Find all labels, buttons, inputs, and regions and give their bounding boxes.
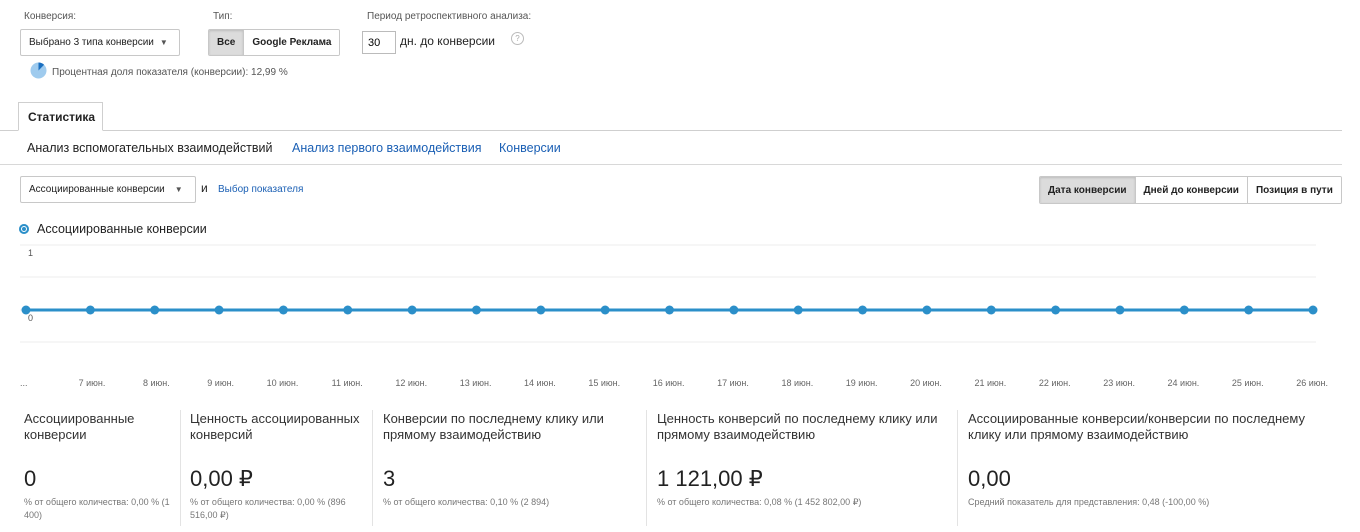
conversion-label: Конверсия:: [24, 11, 77, 22]
legend-series-label: Ассоциированные конверсии: [37, 222, 207, 236]
y-tick-label: 0: [28, 313, 34, 323]
x-tick-label: 12 июн.: [395, 378, 428, 388]
view-conversion-date-button[interactable]: Дата конверсии: [1040, 177, 1136, 203]
select-metric-link[interactable]: Выбор показателя: [218, 184, 303, 195]
subnav-first-interaction[interactable]: Анализ первого взаимодействия: [292, 141, 482, 155]
x-tick-label: 23 июн.: [1103, 378, 1135, 388]
tab-bar-line: [0, 130, 1342, 131]
tab-statistics[interactable]: Статистика: [18, 102, 103, 131]
metric-title: Конверсии по последнему клику или прямом…: [383, 411, 604, 442]
metric-assisted-value: Ценность ассоциированных конверсий: [190, 411, 366, 443]
y-tick-label: 1: [28, 248, 34, 258]
metric-sub: Средний показатель для представления: 0,…: [968, 497, 1210, 507]
metric-value: 0,00 ₽: [190, 466, 253, 491]
data-point[interactable]: [214, 305, 224, 315]
metric-title: Ценность ассоциированных конверсий: [190, 411, 360, 442]
x-tick-label: 17 июн.: [717, 378, 749, 388]
metric-assisted-conversions: Ассоциированные конверсии: [24, 411, 174, 443]
type-toggle: Все Google Реклама: [208, 29, 341, 56]
x-tick-label: 22 июн.: [1038, 378, 1071, 388]
data-point[interactable]: [1115, 305, 1125, 315]
metric-sub: % от общего количества: 0,00 % (1 400): [24, 497, 170, 520]
x-tick-label: 10 июн.: [266, 378, 299, 388]
type-google-ads-button[interactable]: Google Реклама: [244, 30, 340, 55]
metric-divider: [646, 410, 647, 526]
metric-dropdown-value: Ассоциированные конверсии: [29, 184, 165, 195]
x-tick-label: 11 июн.: [331, 378, 363, 388]
metric-sub: % от общего количества: 0,08 % (1 452 80…: [657, 497, 862, 507]
view-path-position-button[interactable]: Позиция в пути: [1247, 177, 1341, 203]
x-tick-label: 9 июн.: [207, 378, 235, 388]
chart-view-toggle: Дата конверсии Дней до конверсии Позиция…: [1039, 176, 1342, 204]
lookback-suffix: дн. до конверсии: [400, 34, 495, 48]
x-tick-label: 19 июн.: [845, 378, 878, 388]
sampling-text: Процентная доля показателя (конверсии): …: [52, 67, 288, 78]
lookback-days-input[interactable]: [362, 31, 396, 54]
chevron-down-icon: ▼: [174, 185, 183, 194]
chevron-down-icon: ▼: [159, 38, 168, 47]
x-tick-label: 13 июн.: [459, 378, 492, 388]
metric-value: 1 121,00 ₽: [657, 466, 763, 491]
subnav-conversions[interactable]: Конверсии: [499, 141, 561, 155]
view-days-to-conversion-button[interactable]: Дней до конверсии: [1135, 177, 1248, 203]
data-point[interactable]: [665, 305, 674, 315]
conversion-type-value: Выбрано 3 типа конверсии: [29, 37, 154, 48]
metric-title: Ассоциированные конверсии/конверсии по п…: [968, 411, 1305, 442]
metric-dropdown[interactable]: Ассоциированные конверсии ▼: [20, 176, 196, 203]
x-tick-label: 8 июн.: [142, 378, 170, 388]
metric-sub: % от общего количества: 0,10 % (2 894): [383, 497, 550, 507]
data-point[interactable]: [471, 305, 481, 315]
x-tick-label: 24 июн.: [1167, 378, 1200, 388]
metric-value: 0: [24, 466, 37, 491]
x-tick-label: 15 июн.: [588, 378, 621, 388]
x-tick-label: 18 июн.: [781, 378, 814, 388]
data-point[interactable]: [986, 305, 996, 315]
data-point[interactable]: [343, 305, 353, 315]
legend-dot-icon: [19, 224, 29, 234]
help-icon[interactable]: ?: [511, 32, 524, 45]
conversion-type-dropdown[interactable]: Выбрано 3 типа конверсии ▼: [20, 29, 180, 56]
metric-last-click-conversions: Конверсии по последнему клику или прямом…: [383, 411, 638, 443]
data-point[interactable]: [85, 305, 95, 315]
data-point[interactable]: [600, 305, 610, 315]
type-all-button[interactable]: Все: [209, 30, 245, 55]
x-tick-label: 7 июн.: [78, 378, 106, 388]
data-point[interactable]: [536, 305, 546, 315]
data-point[interactable]: [1051, 305, 1061, 315]
data-point[interactable]: [729, 305, 739, 315]
data-point[interactable]: [150, 305, 160, 315]
metric-divider: [180, 410, 181, 526]
data-point[interactable]: [407, 305, 417, 315]
data-point[interactable]: [858, 305, 868, 315]
metric-divider: [957, 410, 958, 526]
metric-last-click-value: Ценность конверсий по последнему клику и…: [657, 411, 949, 443]
metric-value: 3: [383, 466, 396, 491]
data-point[interactable]: [793, 305, 803, 315]
x-tick-label: 14 июн.: [524, 378, 556, 388]
metric-title: Ценность конверсий по последнему клику и…: [657, 411, 938, 442]
x-tick-label: 26 июн.: [1296, 378, 1328, 388]
lookback-label: Период ретроспективного анализа:: [367, 11, 532, 22]
metric-divider: [372, 410, 373, 526]
x-tick-label: ...: [20, 378, 28, 388]
x-tick-label: 20 июн.: [910, 378, 942, 388]
metric-title: Ассоциированные конверсии: [24, 411, 135, 442]
sampling-pie-icon[interactable]: [30, 62, 47, 79]
data-point[interactable]: [1244, 305, 1254, 315]
subnav-divider: [0, 164, 1342, 165]
data-point[interactable]: [1308, 305, 1318, 315]
x-tick-label: 25 июн.: [1231, 378, 1264, 388]
type-label: Тип:: [213, 11, 233, 22]
data-point[interactable]: [1179, 305, 1189, 315]
data-point[interactable]: [278, 305, 288, 315]
metric-ratio: Ассоциированные конверсии/конверсии по п…: [968, 411, 1340, 443]
metric-sub: % от общего количества: 0,00 % (896 516,…: [190, 497, 346, 520]
metric-value: 0,00: [968, 466, 1011, 491]
and-label: и: [201, 181, 208, 195]
data-point[interactable]: [922, 305, 932, 315]
x-tick-label: 16 июн.: [652, 378, 685, 388]
subnav-assisted-conversions[interactable]: Анализ вспомогательных взаимодействий: [27, 141, 272, 155]
line-chart: [20, 244, 1318, 343]
x-tick-label: 21 июн.: [974, 378, 1007, 388]
